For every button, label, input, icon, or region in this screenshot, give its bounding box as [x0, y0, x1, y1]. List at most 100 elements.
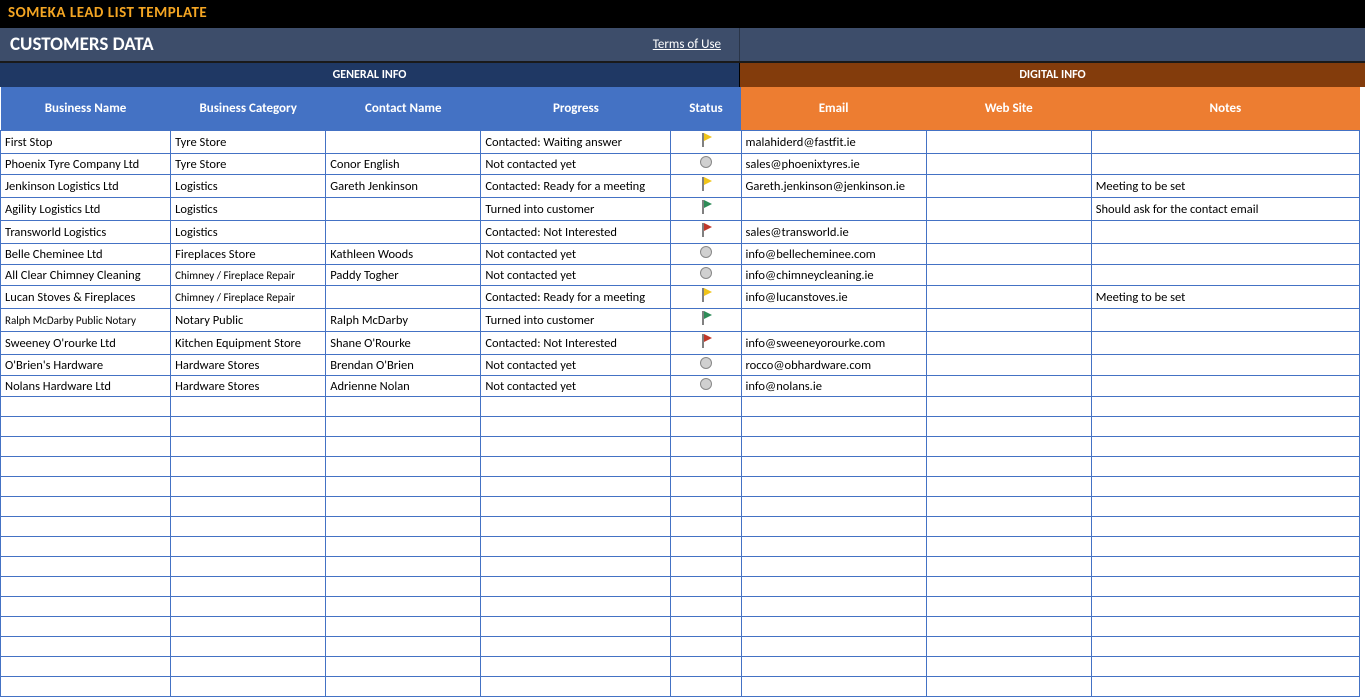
- cell-progress[interactable]: Turned into customer: [481, 198, 671, 221]
- cell-category[interactable]: Notary Public: [171, 309, 326, 332]
- table-row[interactable]: Ralph McDarby Public NotaryNotary Public…: [1, 309, 1360, 332]
- cell-notes[interactable]: [1091, 332, 1359, 355]
- table-row-empty[interactable]: [1, 617, 1360, 637]
- cell-category[interactable]: Logistics: [171, 221, 326, 244]
- col-header-notes[interactable]: Notes: [1091, 87, 1359, 131]
- cell-email[interactable]: rocco@obhardware.com: [741, 355, 926, 376]
- cell-business[interactable]: Transworld Logistics: [1, 221, 171, 244]
- cell-business[interactable]: Lucan Stoves & Fireplaces: [1, 286, 171, 309]
- cell-status[interactable]: [671, 154, 741, 175]
- cell-status[interactable]: [671, 332, 741, 355]
- cell-email[interactable]: malahiderd@fastfit.ie: [741, 131, 926, 154]
- cell-business[interactable]: First Stop: [1, 131, 171, 154]
- cell-category[interactable]: Hardware Stores: [171, 355, 326, 376]
- cell-status[interactable]: [671, 355, 741, 376]
- cell-email[interactable]: info@sweeneyorourke.com: [741, 332, 926, 355]
- cell-progress[interactable]: Not contacted yet: [481, 244, 671, 265]
- cell-email[interactable]: Gareth.jenkinson@jenkinson.ie: [741, 175, 926, 198]
- table-row[interactable]: O'Brien's HardwareHardware StoresBrendan…: [1, 355, 1360, 376]
- cell-business[interactable]: Sweeney O'rourke Ltd: [1, 332, 171, 355]
- cell-business[interactable]: Phoenix Tyre Company Ltd: [1, 154, 171, 175]
- cell-progress[interactable]: Not contacted yet: [481, 265, 671, 286]
- col-header-status[interactable]: Status: [671, 87, 741, 131]
- cell-contact[interactable]: [326, 221, 481, 244]
- cell-category[interactable]: Fireplaces Store: [171, 244, 326, 265]
- cell-contact[interactable]: [326, 131, 481, 154]
- cell-business[interactable]: Ralph McDarby Public Notary: [1, 309, 171, 332]
- col-header-progress[interactable]: Progress: [481, 87, 671, 131]
- cell-notes[interactable]: [1091, 154, 1359, 175]
- cell-business[interactable]: Jenkinson Logistics Ltd: [1, 175, 171, 198]
- cell-status[interactable]: [671, 244, 741, 265]
- table-row[interactable]: Nolans Hardware LtdHardware StoresAdrien…: [1, 376, 1360, 397]
- table-row[interactable]: Agility Logistics LtdLogisticsTurned int…: [1, 198, 1360, 221]
- cell-notes[interactable]: [1091, 355, 1359, 376]
- cell-progress[interactable]: Not contacted yet: [481, 355, 671, 376]
- cell-business[interactable]: Belle Cheminee Ltd: [1, 244, 171, 265]
- table-row-empty[interactable]: [1, 497, 1360, 517]
- cell-email[interactable]: info@nolans.ie: [741, 376, 926, 397]
- cell-progress[interactable]: Contacted: Waiting answer: [481, 131, 671, 154]
- col-header-business-category[interactable]: Business Category: [171, 87, 326, 131]
- cell-notes[interactable]: [1091, 221, 1359, 244]
- cell-contact[interactable]: Conor English: [326, 154, 481, 175]
- cell-notes[interactable]: Meeting to be set: [1091, 286, 1359, 309]
- table-row[interactable]: Belle Cheminee LtdFireplaces StoreKathle…: [1, 244, 1360, 265]
- table-row[interactable]: Jenkinson Logistics LtdLogisticsGareth J…: [1, 175, 1360, 198]
- cell-contact[interactable]: [326, 198, 481, 221]
- cell-notes[interactable]: [1091, 131, 1359, 154]
- cell-website[interactable]: [926, 309, 1091, 332]
- cell-contact[interactable]: Paddy Togher: [326, 265, 481, 286]
- table-row-empty[interactable]: [1, 597, 1360, 617]
- table-row[interactable]: Sweeney O'rourke LtdKitchen Equipment St…: [1, 332, 1360, 355]
- cell-status[interactable]: [671, 175, 741, 198]
- cell-email[interactable]: info@bellecheminee.com: [741, 244, 926, 265]
- table-row-empty[interactable]: [1, 477, 1360, 497]
- cell-category[interactable]: Logistics: [171, 198, 326, 221]
- cell-business[interactable]: O'Brien's Hardware: [1, 355, 171, 376]
- table-row[interactable]: First StopTyre Store Contacted: Waiting a…: [1, 131, 1360, 154]
- cell-status[interactable]: [671, 286, 741, 309]
- cell-status[interactable]: [671, 198, 741, 221]
- table-row-empty[interactable]: [1, 677, 1360, 697]
- cell-contact[interactable]: Shane O'Rourke: [326, 332, 481, 355]
- cell-category[interactable]: Logistics: [171, 175, 326, 198]
- cell-category[interactable]: Tyre Store: [171, 154, 326, 175]
- col-header-email[interactable]: Email: [741, 87, 926, 131]
- cell-website[interactable]: [926, 355, 1091, 376]
- cell-website[interactable]: [926, 244, 1091, 265]
- table-row-empty[interactable]: [1, 517, 1360, 537]
- col-header-website[interactable]: Web Site: [926, 87, 1091, 131]
- cell-email[interactable]: info@lucanstoves.ie: [741, 286, 926, 309]
- cell-status[interactable]: [671, 376, 741, 397]
- table-row[interactable]: All Clear Chimney CleaningChimney / Fire…: [1, 265, 1360, 286]
- table-row-empty[interactable]: [1, 557, 1360, 577]
- col-header-contact-name[interactable]: Contact Name: [326, 87, 481, 131]
- cell-contact[interactable]: Adrienne Nolan: [326, 376, 481, 397]
- cell-progress[interactable]: Turned into customer: [481, 309, 671, 332]
- cell-category[interactable]: Kitchen Equipment Store: [171, 332, 326, 355]
- cell-notes[interactable]: [1091, 376, 1359, 397]
- cell-website[interactable]: [926, 131, 1091, 154]
- cell-website[interactable]: [926, 286, 1091, 309]
- cell-business[interactable]: All Clear Chimney Cleaning: [1, 265, 171, 286]
- cell-email[interactable]: [741, 198, 926, 221]
- cell-website[interactable]: [926, 376, 1091, 397]
- cell-contact[interactable]: Gareth Jenkinson: [326, 175, 481, 198]
- table-row-empty[interactable]: [1, 417, 1360, 437]
- cell-email[interactable]: [741, 309, 926, 332]
- cell-notes[interactable]: Meeting to be set: [1091, 175, 1359, 198]
- cell-progress[interactable]: Contacted: Not Interested: [481, 221, 671, 244]
- cell-website[interactable]: [926, 265, 1091, 286]
- terms-of-use-link[interactable]: Terms of Use: [653, 37, 721, 52]
- table-row[interactable]: Lucan Stoves & FireplacesChimney / Firep…: [1, 286, 1360, 309]
- cell-category[interactable]: Chimney / Fireplace Repair: [171, 286, 326, 309]
- cell-progress[interactable]: Not contacted yet: [481, 154, 671, 175]
- cell-contact[interactable]: Ralph McDarby: [326, 309, 481, 332]
- cell-category[interactable]: Hardware Stores: [171, 376, 326, 397]
- cell-business[interactable]: Nolans Hardware Ltd: [1, 376, 171, 397]
- cell-website[interactable]: [926, 198, 1091, 221]
- cell-category[interactable]: Tyre Store: [171, 131, 326, 154]
- table-row-empty[interactable]: [1, 397, 1360, 417]
- cell-status[interactable]: [671, 309, 741, 332]
